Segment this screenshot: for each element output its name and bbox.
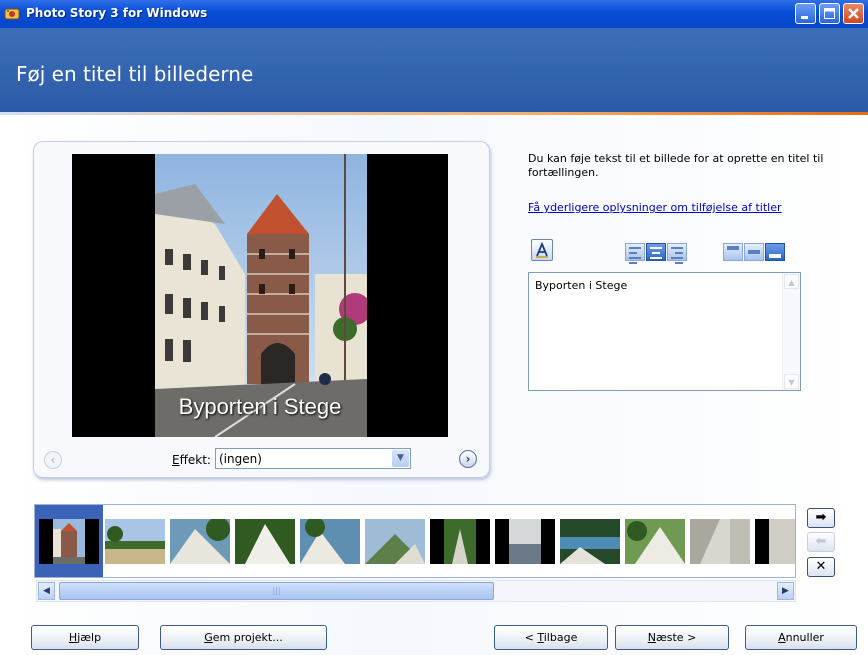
cancel-button[interactable]: Annuller — [745, 625, 857, 650]
minimize-button[interactable] — [795, 3, 816, 24]
chevron-down-icon[interactable]: ▼ — [392, 450, 409, 467]
scroll-right-icon[interactable]: ▶ — [777, 582, 794, 600]
scroll-left-icon[interactable]: ◀ — [38, 582, 55, 600]
title-text-input[interactable]: Byporten i Stege ▲ ▼ — [528, 272, 801, 391]
window-title-bar[interactable]: Photo Story 3 for Windows — [0, 0, 868, 28]
thumbnail[interactable] — [755, 519, 795, 564]
align-right-button[interactable] — [667, 243, 687, 264]
thumbnail[interactable] — [430, 519, 490, 564]
close-button[interactable] — [843, 3, 864, 24]
previous-picture-button[interactable]: ‹ — [44, 451, 62, 469]
help-button[interactable]: Hjælp — [31, 625, 139, 650]
thumbnail[interactable] — [560, 519, 620, 564]
chevron-left-icon: ‹ — [50, 453, 56, 467]
text-scrollbar[interactable]: ▲ ▼ — [782, 273, 800, 390]
effect-dropdown[interactable]: (ingen) ▼ — [215, 448, 411, 469]
thumbnail[interactable] — [105, 519, 165, 564]
preview-image: Byporten i Stege — [72, 154, 448, 437]
filmstrip[interactable] — [34, 504, 796, 578]
scroll-down-icon[interactable]: ▼ — [784, 374, 799, 389]
align-center-button[interactable] — [646, 243, 666, 264]
arrow-left-icon: ⬅ — [815, 534, 827, 549]
align-left-button[interactable] — [625, 243, 645, 264]
back-button[interactable]: < Tilbage — [494, 625, 608, 650]
scroll-up-icon[interactable]: ▲ — [784, 274, 799, 289]
next-button[interactable]: Næste > — [615, 625, 729, 650]
move-right-button[interactable]: ➡ — [807, 508, 835, 528]
move-left-button[interactable]: ⬅ — [807, 532, 835, 552]
thumbnail[interactable] — [690, 519, 750, 564]
chevron-right-icon: › — [465, 452, 471, 466]
save-project-button[interactable]: Gem projekt... — [160, 625, 327, 650]
photo-story-app-icon — [4, 6, 20, 22]
page-header: Føj en titel til billederne — [0, 28, 868, 112]
valign-middle-button[interactable] — [744, 243, 764, 261]
valign-bottom-button[interactable] — [765, 243, 785, 261]
thumbnail[interactable] — [625, 519, 685, 564]
instructions-text: Du kan føje tekst til et billede for at … — [528, 152, 824, 179]
maximize-button[interactable] — [819, 3, 840, 24]
effect-label: Effekt: — [172, 453, 211, 467]
valign-top-button[interactable] — [723, 243, 743, 261]
thumbnail[interactable] — [300, 519, 360, 564]
thumbnail[interactable] — [495, 519, 555, 564]
arrow-right-icon: ➡ — [815, 510, 827, 525]
close-x-icon: ✕ — [815, 559, 827, 574]
title-text-value: Byporten i Stege — [535, 279, 628, 292]
filmstrip-scrollbar[interactable]: ◀ ||| ▶ — [36, 580, 796, 602]
more-info-link[interactable]: Få yderligere oplysninger om tilføjelse … — [528, 201, 782, 214]
thumbnail[interactable] — [365, 519, 425, 564]
select-font-icon — [536, 241, 548, 258]
thumbnail[interactable] — [39, 519, 99, 564]
delete-picture-button[interactable]: ✕ — [807, 557, 835, 577]
preview-caption: Byporten i Stege — [178, 394, 342, 419]
effect-value: (ingen) — [219, 452, 262, 466]
page-title: Føj en titel til billederne — [16, 62, 254, 86]
scroll-thumb[interactable]: ||| — [59, 582, 494, 600]
next-picture-button[interactable]: › — [459, 450, 477, 468]
thumbnail[interactable] — [170, 519, 230, 564]
select-font-button[interactable] — [531, 239, 553, 261]
window-title: Photo Story 3 for Windows — [26, 6, 208, 20]
thumbnail[interactable] — [235, 519, 295, 564]
